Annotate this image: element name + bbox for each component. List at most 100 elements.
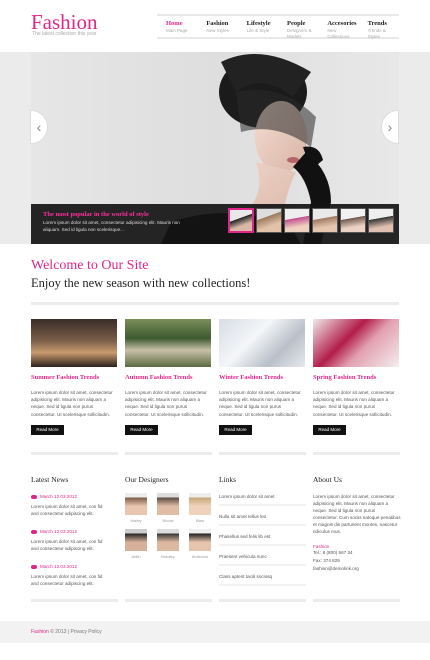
nav-sub: Life & Style [246,28,270,33]
feature-image[interactable] [313,319,399,367]
nav-label: Trends [367,20,387,27]
designer-card[interactable]: Nicole [157,493,179,523]
chevron-left-icon: ‹ [36,119,42,135]
designer-photo [157,493,179,515]
nav-item-accesories[interactable]: Accesories New Collections [318,16,358,39]
designer-name: Arlith [131,554,141,559]
nav-sub: Main Page [166,28,188,33]
welcome-subtitle: Enjoy the new season with new collection… [31,276,251,290]
feature-image[interactable] [31,319,117,367]
divider [31,599,118,602]
news-date: March 12.03.2012 [40,494,78,499]
designer-card[interactable]: Arlith [125,529,147,559]
nav-label: Fashion [206,20,229,27]
designer-card[interactable]: Hailey [125,493,147,523]
page: Fashion The latest collection this year … [0,0,430,660]
news-text[interactable]: Lorem ipsum dolor sit amet, con fid and … [31,573,109,587]
about-text: Lorem ipsum dolor sit amet, consectetur … [313,494,401,534]
designer-photo [189,493,211,515]
read-more-button[interactable]: Read More [219,424,252,435]
designer-card[interactable]: Andromo [189,529,211,559]
feature-card: Winter Fashion Trends Lorem ipsum dolor … [219,319,305,436]
feature-title[interactable]: Spring Fashion Trends [313,374,399,381]
links-title: Links [219,475,237,484]
divider [219,452,306,455]
feature-text: Lorem ipsum dolor sit amet, consectetur … [313,390,395,417]
divider [219,599,306,602]
news-text[interactable]: Lorem ipsum dolor sit amet, con fid and … [31,503,109,517]
designer-name: Blair [195,518,204,523]
nav-label: Lifestyle [246,20,271,27]
news-text[interactable]: Lorem ipsum dolor sit amet, con fid and … [31,538,109,552]
divider [31,452,118,455]
slider-thumb[interactable] [284,208,310,233]
designer-name: Hailey [130,518,142,523]
feature-title[interactable]: Summer Fashion Trends [31,374,117,381]
slider-caption-title[interactable]: The most popular in the world of style [43,211,149,218]
site-tagline: The latest collection this year [32,31,97,37]
designers-title: Our Designers [125,475,169,484]
site-footer: Fashion © 2013 | Privacy Policy [0,621,430,643]
feature-title[interactable]: Winter Fashion Trends [219,374,305,381]
designer-photo [125,493,147,515]
feature-card: Spring Fashion Trends Lorem ipsum dolor … [313,319,399,436]
chevron-right-icon: › [387,119,393,135]
nav-item-fashion[interactable]: Fashion New Styles [197,16,237,37]
comment-icon [31,494,37,499]
slider-thumb[interactable] [312,208,338,233]
footer-copyright[interactable]: © 2013 | Privacy Policy [50,629,101,635]
link-item[interactable]: Lorem ipsum dolor sit amet [219,492,306,506]
slider-thumb[interactable] [256,208,282,233]
feature-title[interactable]: Autumn Fashion Trends [125,374,211,381]
nav-sub: New Styles [206,28,229,33]
divider [125,452,212,455]
feature-text: Lorem ipsum dolor sit amet, consectetur … [219,390,301,417]
about-email[interactable]: fashion@demolink.org [313,565,401,573]
nav-item-trends[interactable]: Trends Trends & Styles [359,16,399,39]
link-item[interactable]: Class aptent taciti sociosq [219,572,306,586]
nav-item-home[interactable]: Home Main Page [157,16,197,37]
news-date: March 12.03.2012 [40,529,78,534]
feature-image[interactable] [219,319,305,367]
read-more-button[interactable]: Read More [31,424,64,435]
about-column: About Us Lorem ipsum dolor sit amet, con… [313,475,401,573]
feature-text: Lorem ipsum dolor sit amet, consectetur … [125,390,207,417]
nav-label: People [286,20,306,27]
designer-photo [157,529,179,551]
read-more-button[interactable]: Read More [125,424,158,435]
footer-brand[interactable]: Fashion [31,629,49,635]
designer-photo [125,529,147,551]
link-item[interactable]: Phasellus sed felis lib est [219,532,306,546]
latest-news-title: Latest News [31,475,69,484]
links-column: Links Lorem ipsum dolor sit amet Nulla s… [219,475,306,586]
feature-card: Autumn Fashion Trends Lorem ipsum dolor … [125,319,211,436]
nav-sub: Designers & Models [286,28,312,39]
nav-item-people[interactable]: People Designers & Models [278,16,318,39]
slider-thumb[interactable] [228,208,254,233]
nav-item-lifestyle[interactable]: Lifestyle Life & Style [238,16,278,37]
link-item[interactable]: Praesent vehicula nunc [219,552,306,566]
read-more-button[interactable]: Read More [313,424,346,435]
welcome-title: Welcome to Our Site [31,258,149,273]
news-date: March 12.03.2012 [40,564,78,569]
about-title: About Us [313,475,342,484]
feature-text: Lorem ipsum dolor sit amet, consectetur … [31,390,113,417]
main-nav: Home Main Page Fashion New Styles Lifest… [157,14,399,39]
slider-thumb[interactable] [368,208,394,233]
designer-card[interactable]: Bradley [157,529,179,559]
nav-label: Accesories [327,20,357,27]
designer-card[interactable]: Blair [189,493,211,523]
about-tel: Tel.: 8 (800) 567 34 [313,550,353,555]
link-item[interactable]: Nulla sit amet tellus leo [219,512,306,526]
about-fax: Fax: 374 829 [313,558,340,563]
slider-thumb[interactable] [340,208,366,233]
feature-card: Summer Fashion Trends Lorem ipsum dolor … [31,319,117,436]
nav-label: Home [166,20,183,27]
nav-sub: Trends & Styles [367,28,386,39]
designers-grid: Hailey Nicole Blair Arlith Bradley Andro… [125,493,211,559]
divider [313,599,400,602]
feature-image[interactable] [125,319,211,367]
divider [31,302,399,305]
designer-photo [189,529,211,551]
slider-thumbnails [228,208,394,233]
